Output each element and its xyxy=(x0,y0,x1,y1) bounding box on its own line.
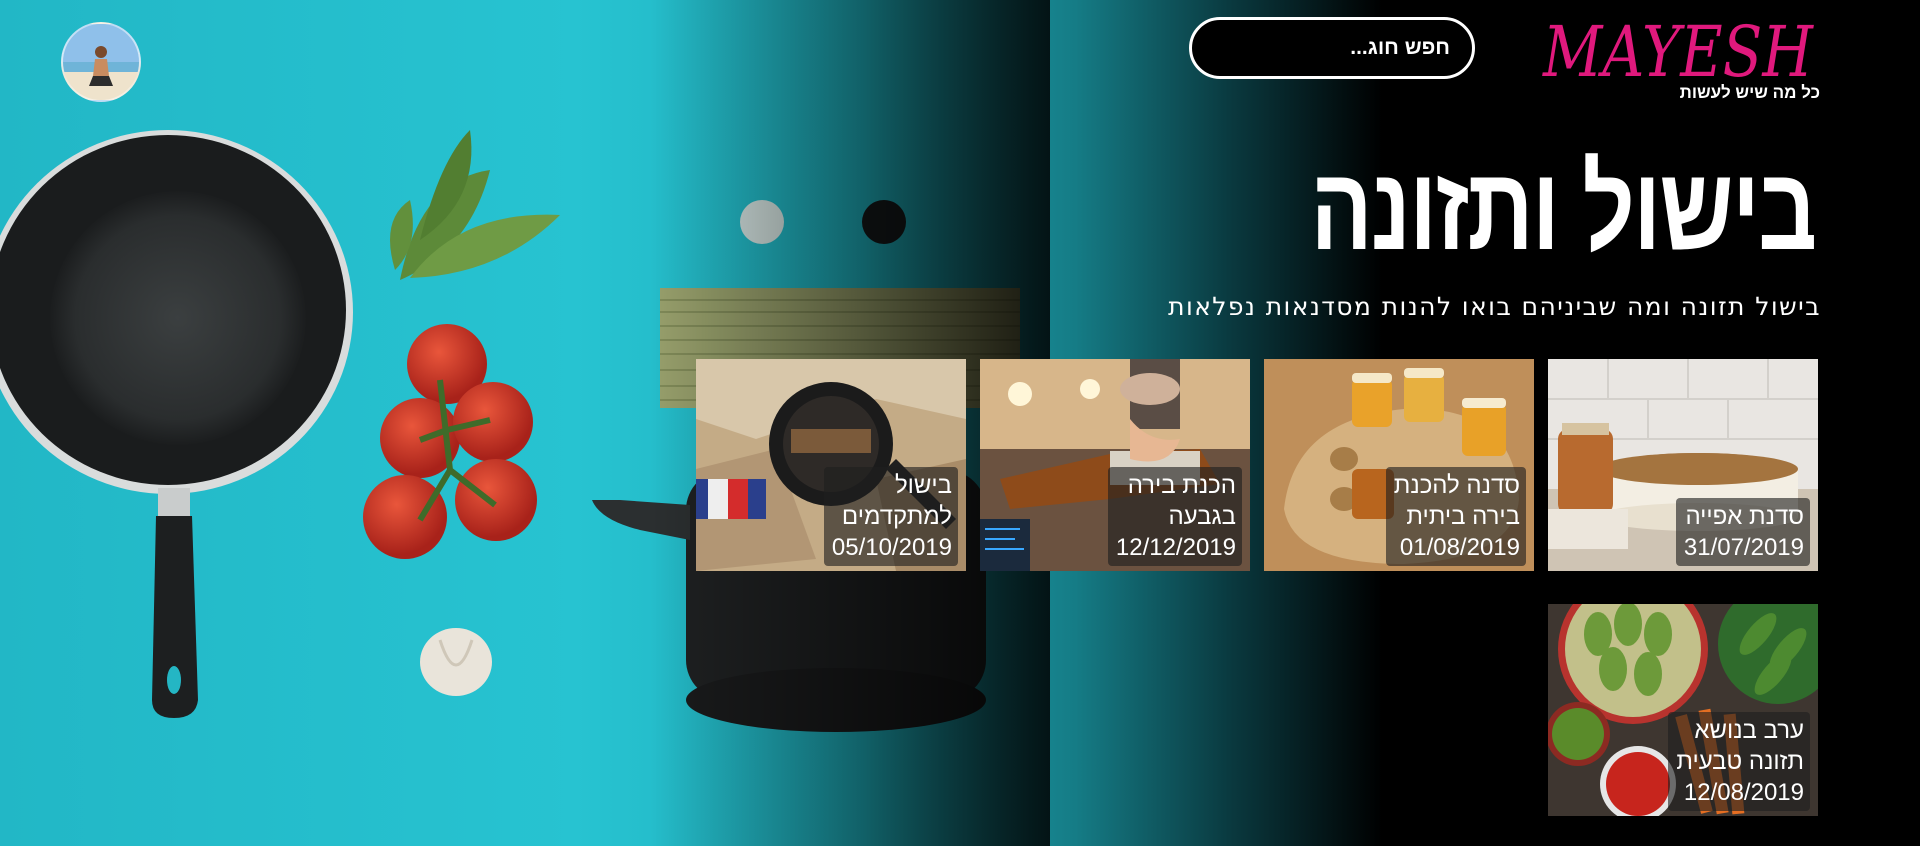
workshop-card-home-beer[interactable]: סדנה להכנת בירה ביתית 01/08/2019 xyxy=(1264,359,1534,571)
logo-text: MAYESH xyxy=(1541,11,1814,90)
workshop-card-baking[interactable]: סדנת אפייה 31/07/2019 xyxy=(1548,359,1818,571)
page: MAYESH כל מה שיש לעשות בישול ותזונה בישו… xyxy=(0,0,1920,846)
card-date: 31/07/2019 xyxy=(1683,534,1804,561)
user-photo-icon xyxy=(63,24,139,100)
card-caption: הכנת בירה בגבעה 12/12/2019 xyxy=(1107,467,1242,566)
page-title: בישול ותזונה xyxy=(1310,143,1818,275)
workshop-card-beer-hill[interactable]: הכנת בירה בגבעה 12/12/2019 xyxy=(980,359,1250,571)
card-title: ערב בנושא תזונה טבעית xyxy=(1676,717,1804,775)
workshop-card-natural-nutrition[interactable]: ערב בנושא תזונה טבעית 12/08/2019 xyxy=(1548,604,1818,816)
card-title: הכנת בירה בגבעה xyxy=(1127,472,1236,530)
card-title: בישול למתקדמים xyxy=(841,472,952,530)
search-box[interactable] xyxy=(1189,17,1475,79)
card-caption: בישול למתקדמים 05/10/2019 xyxy=(823,467,958,566)
tomatoes-image xyxy=(363,324,537,559)
card-date: 12/12/2019 xyxy=(1115,534,1236,561)
card-date: 05/10/2019 xyxy=(831,534,952,561)
frying-pan-image xyxy=(0,130,353,718)
card-caption: ערב בנושא תזונה טבעית 12/08/2019 xyxy=(1668,712,1810,811)
card-date: 01/08/2019 xyxy=(1399,534,1520,561)
card-title: סדנת אפייה xyxy=(1685,503,1804,530)
user-avatar[interactable] xyxy=(61,22,141,102)
logo[interactable]: MAYESH כל מה שיש לעשות xyxy=(1535,10,1820,110)
page-subtitle: בישול תזונה ומה שביניהם בואו להנות מסדנא… xyxy=(1168,292,1821,321)
logo-tagline: כל מה שיש לעשות xyxy=(1679,83,1820,102)
card-caption: סדנה להכנת בירה ביתית 01/08/2019 xyxy=(1385,467,1526,566)
search-input[interactable] xyxy=(1212,35,1452,61)
card-caption: סדנת אפייה 31/07/2019 xyxy=(1675,498,1810,566)
card-title: סדנה להכנת בירה ביתית xyxy=(1393,472,1520,530)
mayesh-logo-icon: MAYESH xyxy=(1541,11,1814,93)
card-date: 12/08/2019 xyxy=(1683,779,1804,806)
workshop-card-advanced-cooking[interactable]: בישול למתקדמים 05/10/2019 xyxy=(696,359,966,571)
